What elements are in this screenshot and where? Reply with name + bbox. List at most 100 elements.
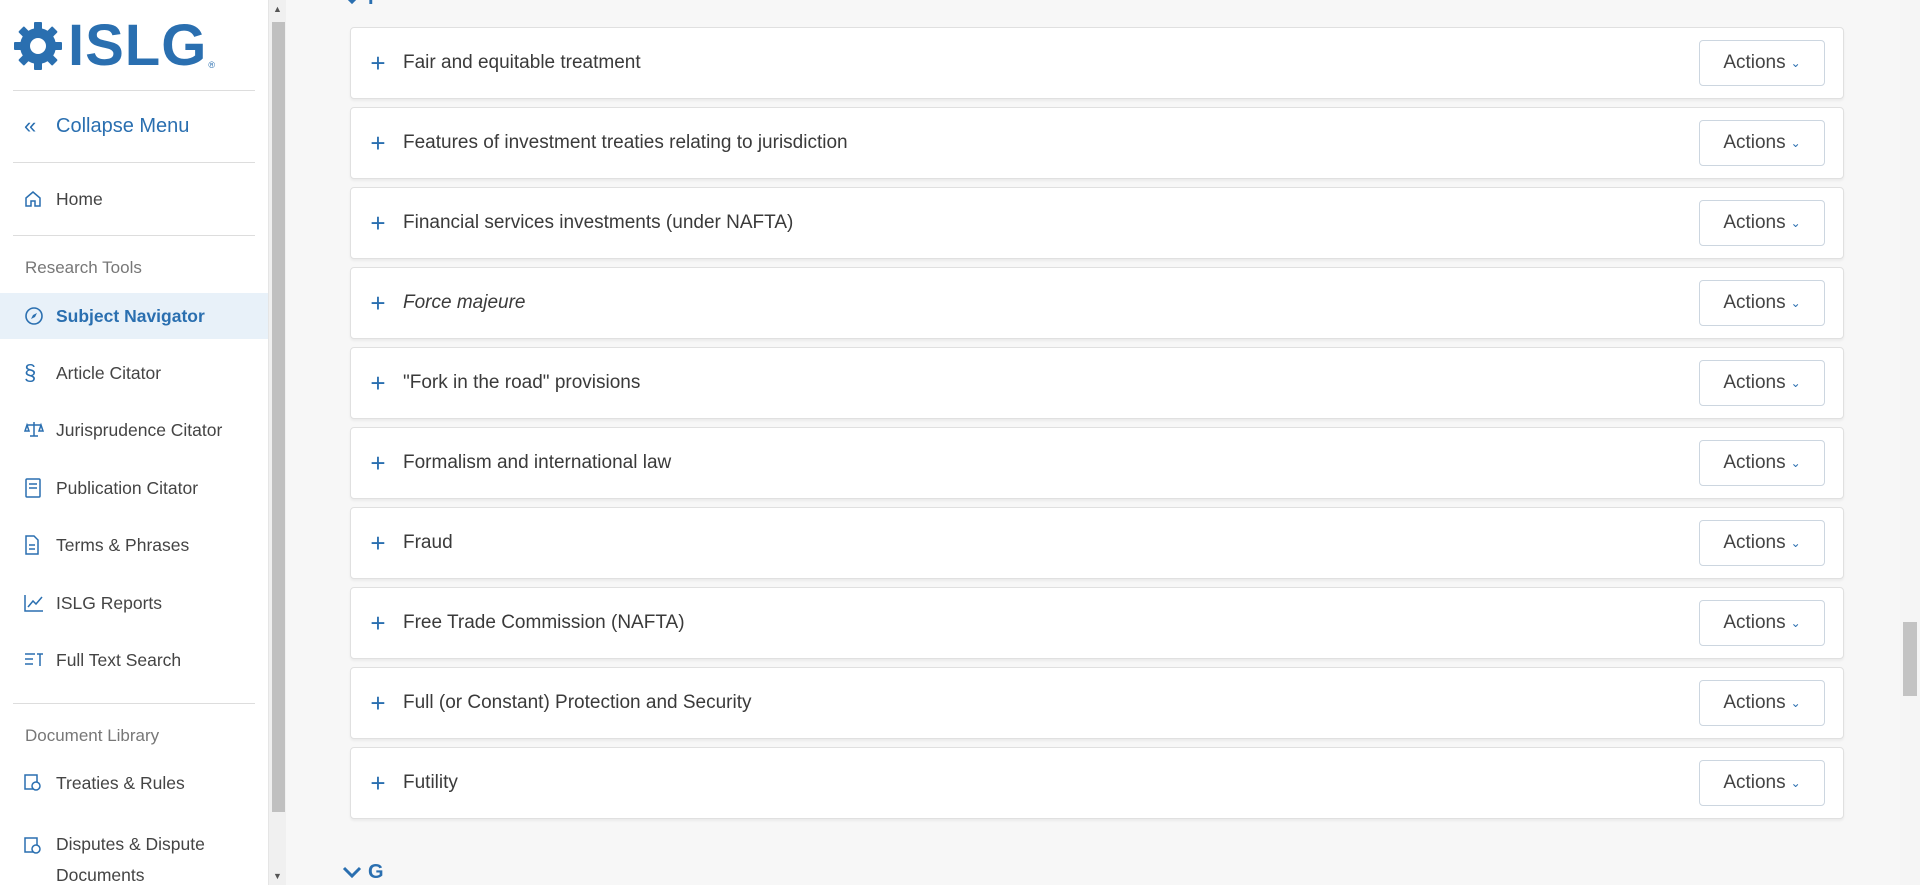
sidebar-item-home[interactable]: Home xyxy=(0,176,268,222)
document-icon xyxy=(24,535,56,555)
home-icon xyxy=(24,190,56,208)
double-chevron-left-icon: « xyxy=(24,113,37,138)
sidebar-item-treaties-rules[interactable]: Treaties & Rules xyxy=(0,760,268,806)
sidebar-item-label: Jurisprudence Citator xyxy=(56,419,223,440)
actions-label: Actions xyxy=(1723,52,1786,73)
sidebar-item-label: ISLG Reports xyxy=(56,592,163,613)
actions-dropdown-button[interactable]: Actions ⌄ xyxy=(1699,440,1825,486)
subject-title[interactable]: "Fork in the road" provisions xyxy=(403,372,1699,394)
expand-plus-icon[interactable]: + xyxy=(365,48,391,79)
document-library-heading: Document Library xyxy=(25,726,160,745)
expand-plus-icon[interactable]: + xyxy=(365,688,391,719)
actions-label: Actions xyxy=(1723,452,1786,473)
subject-title[interactable]: Free Trade Commission (NAFTA) xyxy=(403,612,1699,634)
sidebar-item-disputes[interactable]: Disputes & Dispute Documents xyxy=(0,823,250,885)
subject-row[interactable]: + Free Trade Commission (NAFTA) Actions ⌄ xyxy=(350,587,1844,659)
text-search-icon xyxy=(24,652,56,668)
chevron-down-icon: ⌄ xyxy=(1790,296,1801,310)
sidebar-item-label: Home xyxy=(56,188,103,209)
sidebar-item-label: Subject Navigator xyxy=(56,305,205,326)
subject-row[interactable]: + Fair and equitable treatment Actions ⌄ xyxy=(350,27,1844,99)
subject-row[interactable]: + Formalism and international law Action… xyxy=(350,427,1844,499)
treaty-document-icon xyxy=(24,773,56,793)
subject-row[interactable]: + Futility Actions ⌄ xyxy=(350,747,1844,819)
sidebar-scrollbar[interactable]: ▲ ▼ xyxy=(268,0,286,885)
sidebar-item-publication-citator[interactable]: Publication Citator xyxy=(0,465,268,511)
expand-plus-icon[interactable]: + xyxy=(365,608,391,639)
actions-dropdown-button[interactable]: Actions ⌄ xyxy=(1699,120,1825,166)
trend-chart-icon xyxy=(24,594,56,612)
actions-dropdown-button[interactable]: Actions ⌄ xyxy=(1699,600,1825,646)
subject-title[interactable]: Force majeure xyxy=(403,292,1699,314)
chevron-down-icon: ⌄ xyxy=(1790,456,1801,470)
subject-title[interactable]: Formalism and international law xyxy=(403,452,1699,474)
chevron-down-icon: ⌄ xyxy=(1790,56,1801,70)
expand-plus-icon[interactable]: + xyxy=(365,368,391,399)
letter-group-header[interactable]: F xyxy=(340,0,380,10)
subject-row[interactable]: + Full (or Constant) Protection and Secu… xyxy=(350,667,1844,739)
sidebar-item-islg-reports[interactable]: ISLG Reports xyxy=(0,580,268,626)
subject-row[interactable]: + Force majeure Actions ⌄ xyxy=(350,267,1844,339)
subject-row[interactable]: + Fraud Actions ⌄ xyxy=(350,507,1844,579)
actions-dropdown-button[interactable]: Actions ⌄ xyxy=(1699,360,1825,406)
actions-dropdown-button[interactable]: Actions ⌄ xyxy=(1699,760,1825,806)
chevron-down-icon: ⌄ xyxy=(1790,376,1801,390)
actions-dropdown-button[interactable]: Actions ⌄ xyxy=(1699,680,1825,726)
actions-label: Actions xyxy=(1723,532,1786,553)
page-scrollbar-thumb[interactable] xyxy=(1903,622,1917,696)
research-tools-heading: Research Tools xyxy=(25,258,142,277)
expand-plus-icon[interactable]: + xyxy=(365,768,391,799)
subject-row[interactable]: + "Fork in the road" provisions Actions ⌄ xyxy=(350,347,1844,419)
actions-dropdown-button[interactable]: Actions ⌄ xyxy=(1699,40,1825,86)
subject-row[interactable]: + Features of investment treaties relati… xyxy=(350,107,1844,179)
sidebar-item-jurisprudence-citator[interactable]: Jurisprudence Citator xyxy=(0,407,268,453)
chevron-down-icon: ⌄ xyxy=(1790,776,1801,790)
subject-title[interactable]: Fraud xyxy=(403,532,1699,554)
subject-title[interactable]: Financial services investments (under NA… xyxy=(403,212,1699,234)
actions-label: Actions xyxy=(1723,612,1786,633)
logo-registered-mark: ® xyxy=(208,60,215,70)
sidebar-item-terms-phrases[interactable]: Terms & Phrases xyxy=(0,522,268,568)
divider xyxy=(13,90,255,91)
actions-label: Actions xyxy=(1723,292,1786,313)
scales-icon xyxy=(24,421,56,439)
sidebar-item-label: Treaties & Rules xyxy=(56,772,185,793)
islg-logo[interactable]: ISLG ® xyxy=(12,17,215,75)
sidebar-item-subject-navigator[interactable]: Subject Navigator xyxy=(0,293,268,339)
expand-plus-icon[interactable]: + xyxy=(365,288,391,319)
subject-title[interactable]: Full (or Constant) Protection and Securi… xyxy=(403,692,1699,714)
sidebar-scrollbar-thumb[interactable] xyxy=(272,22,285,812)
scroll-down-arrow-icon[interactable]: ▼ xyxy=(273,871,282,881)
actions-label: Actions xyxy=(1723,372,1786,393)
actions-label: Actions xyxy=(1723,212,1786,233)
actions-dropdown-button[interactable]: Actions ⌄ xyxy=(1699,280,1825,326)
actions-dropdown-button[interactable]: Actions ⌄ xyxy=(1699,200,1825,246)
book-icon xyxy=(24,478,56,498)
letter-group-header[interactable]: G xyxy=(340,860,384,884)
sidebar-item-label: Full Text Search xyxy=(56,649,182,670)
sidebar-item-label: Disputes & Dispute Documents xyxy=(56,834,205,885)
sidebar-item-label: Terms & Phrases xyxy=(56,534,190,555)
subject-row[interactable]: + Financial services investments (under … xyxy=(350,187,1844,259)
subject-title[interactable]: Futility xyxy=(403,772,1699,794)
subject-title[interactable]: Features of investment treaties relating… xyxy=(403,132,1699,154)
expand-plus-icon[interactable]: + xyxy=(365,128,391,159)
chevron-down-icon: ⌄ xyxy=(1790,696,1801,710)
dispute-document-icon xyxy=(24,836,56,856)
expand-plus-icon[interactable]: + xyxy=(365,448,391,479)
sidebar: ISLG ® « Collapse Menu Home Research Too… xyxy=(0,0,268,885)
subject-title[interactable]: Fair and equitable treatment xyxy=(403,52,1699,74)
collapse-menu-button[interactable]: « Collapse Menu xyxy=(24,113,189,139)
scroll-up-arrow-icon[interactable]: ▲ xyxy=(273,4,282,14)
letter-group-label: G xyxy=(368,860,384,883)
sidebar-item-article-citator[interactable]: § Article Citator xyxy=(0,350,268,396)
divider xyxy=(13,235,255,236)
page-scrollbar[interactable] xyxy=(1900,0,1920,885)
expand-plus-icon[interactable]: + xyxy=(365,528,391,559)
expand-plus-icon[interactable]: + xyxy=(365,208,391,239)
subject-list: F + Fair and equitable treatment Actions… xyxy=(286,0,1900,885)
actions-dropdown-button[interactable]: Actions ⌄ xyxy=(1699,520,1825,566)
sidebar-item-full-text-search[interactable]: Full Text Search xyxy=(0,637,268,683)
actions-label: Actions xyxy=(1723,772,1786,793)
chevron-down-icon: ⌄ xyxy=(1790,136,1801,150)
